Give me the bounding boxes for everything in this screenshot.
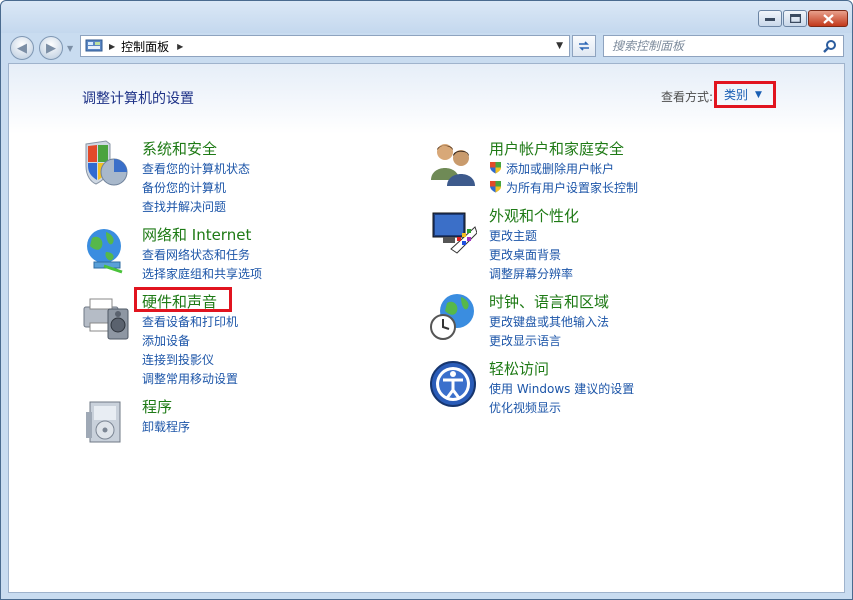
- breadcrumb-separator-icon[interactable]: ▶: [109, 42, 115, 51]
- breadcrumb-control-panel[interactable]: 控制面板: [121, 38, 169, 55]
- close-button[interactable]: [808, 10, 848, 27]
- recent-pages-dropdown[interactable]: ▼: [67, 44, 73, 53]
- link-text[interactable]: 添加或删除用户帐户: [506, 162, 614, 176]
- breadcrumb-separator-icon[interactable]: ▶: [177, 42, 183, 51]
- page-title: 调整计算机的设置: [82, 91, 194, 107]
- uac-shield-icon: [490, 162, 501, 174]
- link-text[interactable]: 为所有用户设置家长控制: [506, 181, 638, 195]
- monitor-palette-icon: [432, 212, 477, 254]
- link-desktop-background[interactable]: 更改桌面背景: [489, 246, 561, 263]
- shield-pie-icon: [85, 140, 128, 186]
- category-title[interactable]: 用户帐户和家庭安全: [489, 138, 624, 159]
- refresh-button[interactable]: [572, 35, 596, 57]
- link-view-computer-status[interactable]: 查看您的计算机状态: [142, 160, 250, 177]
- printer-speaker-icon: [83, 298, 129, 340]
- link-change-theme[interactable]: 更改主题: [489, 227, 537, 244]
- title-bar: [1, 1, 852, 33]
- link-add-device[interactable]: 添加设备: [142, 332, 190, 349]
- control-panel-window: ◀ ▶ ▼ ▶ 控制面板 ▶ ▼ 搜索控制面板 调整计算机的设置 查看方式: 类…: [0, 0, 853, 600]
- search-icon[interactable]: [823, 39, 837, 53]
- minimize-icon: [765, 17, 775, 21]
- address-bar[interactable]: ▶ 控制面板 ▶ ▼: [80, 35, 570, 57]
- category-title[interactable]: 轻松访问: [489, 358, 549, 379]
- highlight-box: [134, 287, 232, 312]
- category-title[interactable]: 时钟、语言和区域: [489, 291, 609, 312]
- control-panel-icon: [85, 39, 103, 52]
- link-devices-printers[interactable]: 查看设备和打印机: [142, 313, 238, 330]
- link-keyboard-input[interactable]: 更改键盘或其他输入法: [489, 313, 609, 330]
- back-arrow-icon: ◀: [17, 40, 27, 56]
- program-box-icon: [86, 401, 121, 443]
- minimize-button[interactable]: [758, 10, 782, 27]
- search-box[interactable]: [603, 35, 844, 57]
- maximize-icon: [789, 14, 801, 23]
- navigation-bar: ◀ ▶ ▼ ▶ 控制面板 ▶ ▼: [1, 33, 852, 63]
- link-mobility-settings[interactable]: 调整常用移动设置: [142, 370, 238, 387]
- category-title[interactable]: 系统和安全: [142, 138, 217, 159]
- category-title[interactable]: 外观和个性化: [489, 205, 579, 226]
- back-button[interactable]: ◀: [10, 36, 34, 60]
- close-icon: [822, 13, 834, 24]
- forward-button[interactable]: ▶: [39, 36, 63, 60]
- uac-shield-icon: [490, 181, 501, 193]
- link-windows-recommended-settings[interactable]: 使用 Windows 建议的设置: [489, 380, 634, 397]
- caption-buttons: [757, 10, 848, 27]
- category-title[interactable]: 网络和 Internet: [142, 224, 251, 245]
- link-optimize-video[interactable]: 优化视频显示: [489, 399, 561, 416]
- category-title[interactable]: 程序: [142, 396, 172, 417]
- link-troubleshoot[interactable]: 查找并解决问题: [142, 198, 226, 215]
- globe-network-icon: [87, 229, 123, 274]
- view-by-dropdown[interactable]: 类别 ▼: [714, 81, 776, 108]
- content-pane: 调整计算机的设置 查看方式: 类别 ▼ 系统和安全 查看您的计算机状态 备份您的…: [8, 63, 845, 593]
- view-by-value[interactable]: 类别: [724, 86, 748, 103]
- search-input[interactable]: [604, 38, 823, 54]
- users-icon: [431, 144, 475, 186]
- chevron-down-icon: ▼: [755, 89, 762, 100]
- forward-arrow-icon: ▶: [46, 40, 56, 56]
- link-screen-resolution[interactable]: 调整屏幕分辨率: [489, 265, 573, 282]
- link-network-status[interactable]: 查看网络状态和任务: [142, 246, 250, 263]
- link-uninstall-program[interactable]: 卸载程序: [142, 418, 190, 435]
- link-add-remove-accounts[interactable]: 添加或删除用户帐户: [489, 160, 614, 177]
- clock-globe-icon: [430, 294, 474, 340]
- link-homegroup-sharing[interactable]: 选择家庭组和共享选项: [142, 265, 262, 282]
- link-backup-computer[interactable]: 备份您的计算机: [142, 179, 226, 196]
- link-parental-controls[interactable]: 为所有用户设置家长控制: [489, 179, 638, 196]
- maximize-button[interactable]: [783, 10, 807, 27]
- link-display-language[interactable]: 更改显示语言: [489, 332, 561, 349]
- refresh-icon: [579, 41, 589, 51]
- ease-of-access-icon: [430, 361, 476, 407]
- view-by-label: 查看方式:: [661, 90, 714, 104]
- link-connect-projector[interactable]: 连接到投影仪: [142, 351, 214, 368]
- address-dropdown-icon[interactable]: ▼: [556, 41, 563, 51]
